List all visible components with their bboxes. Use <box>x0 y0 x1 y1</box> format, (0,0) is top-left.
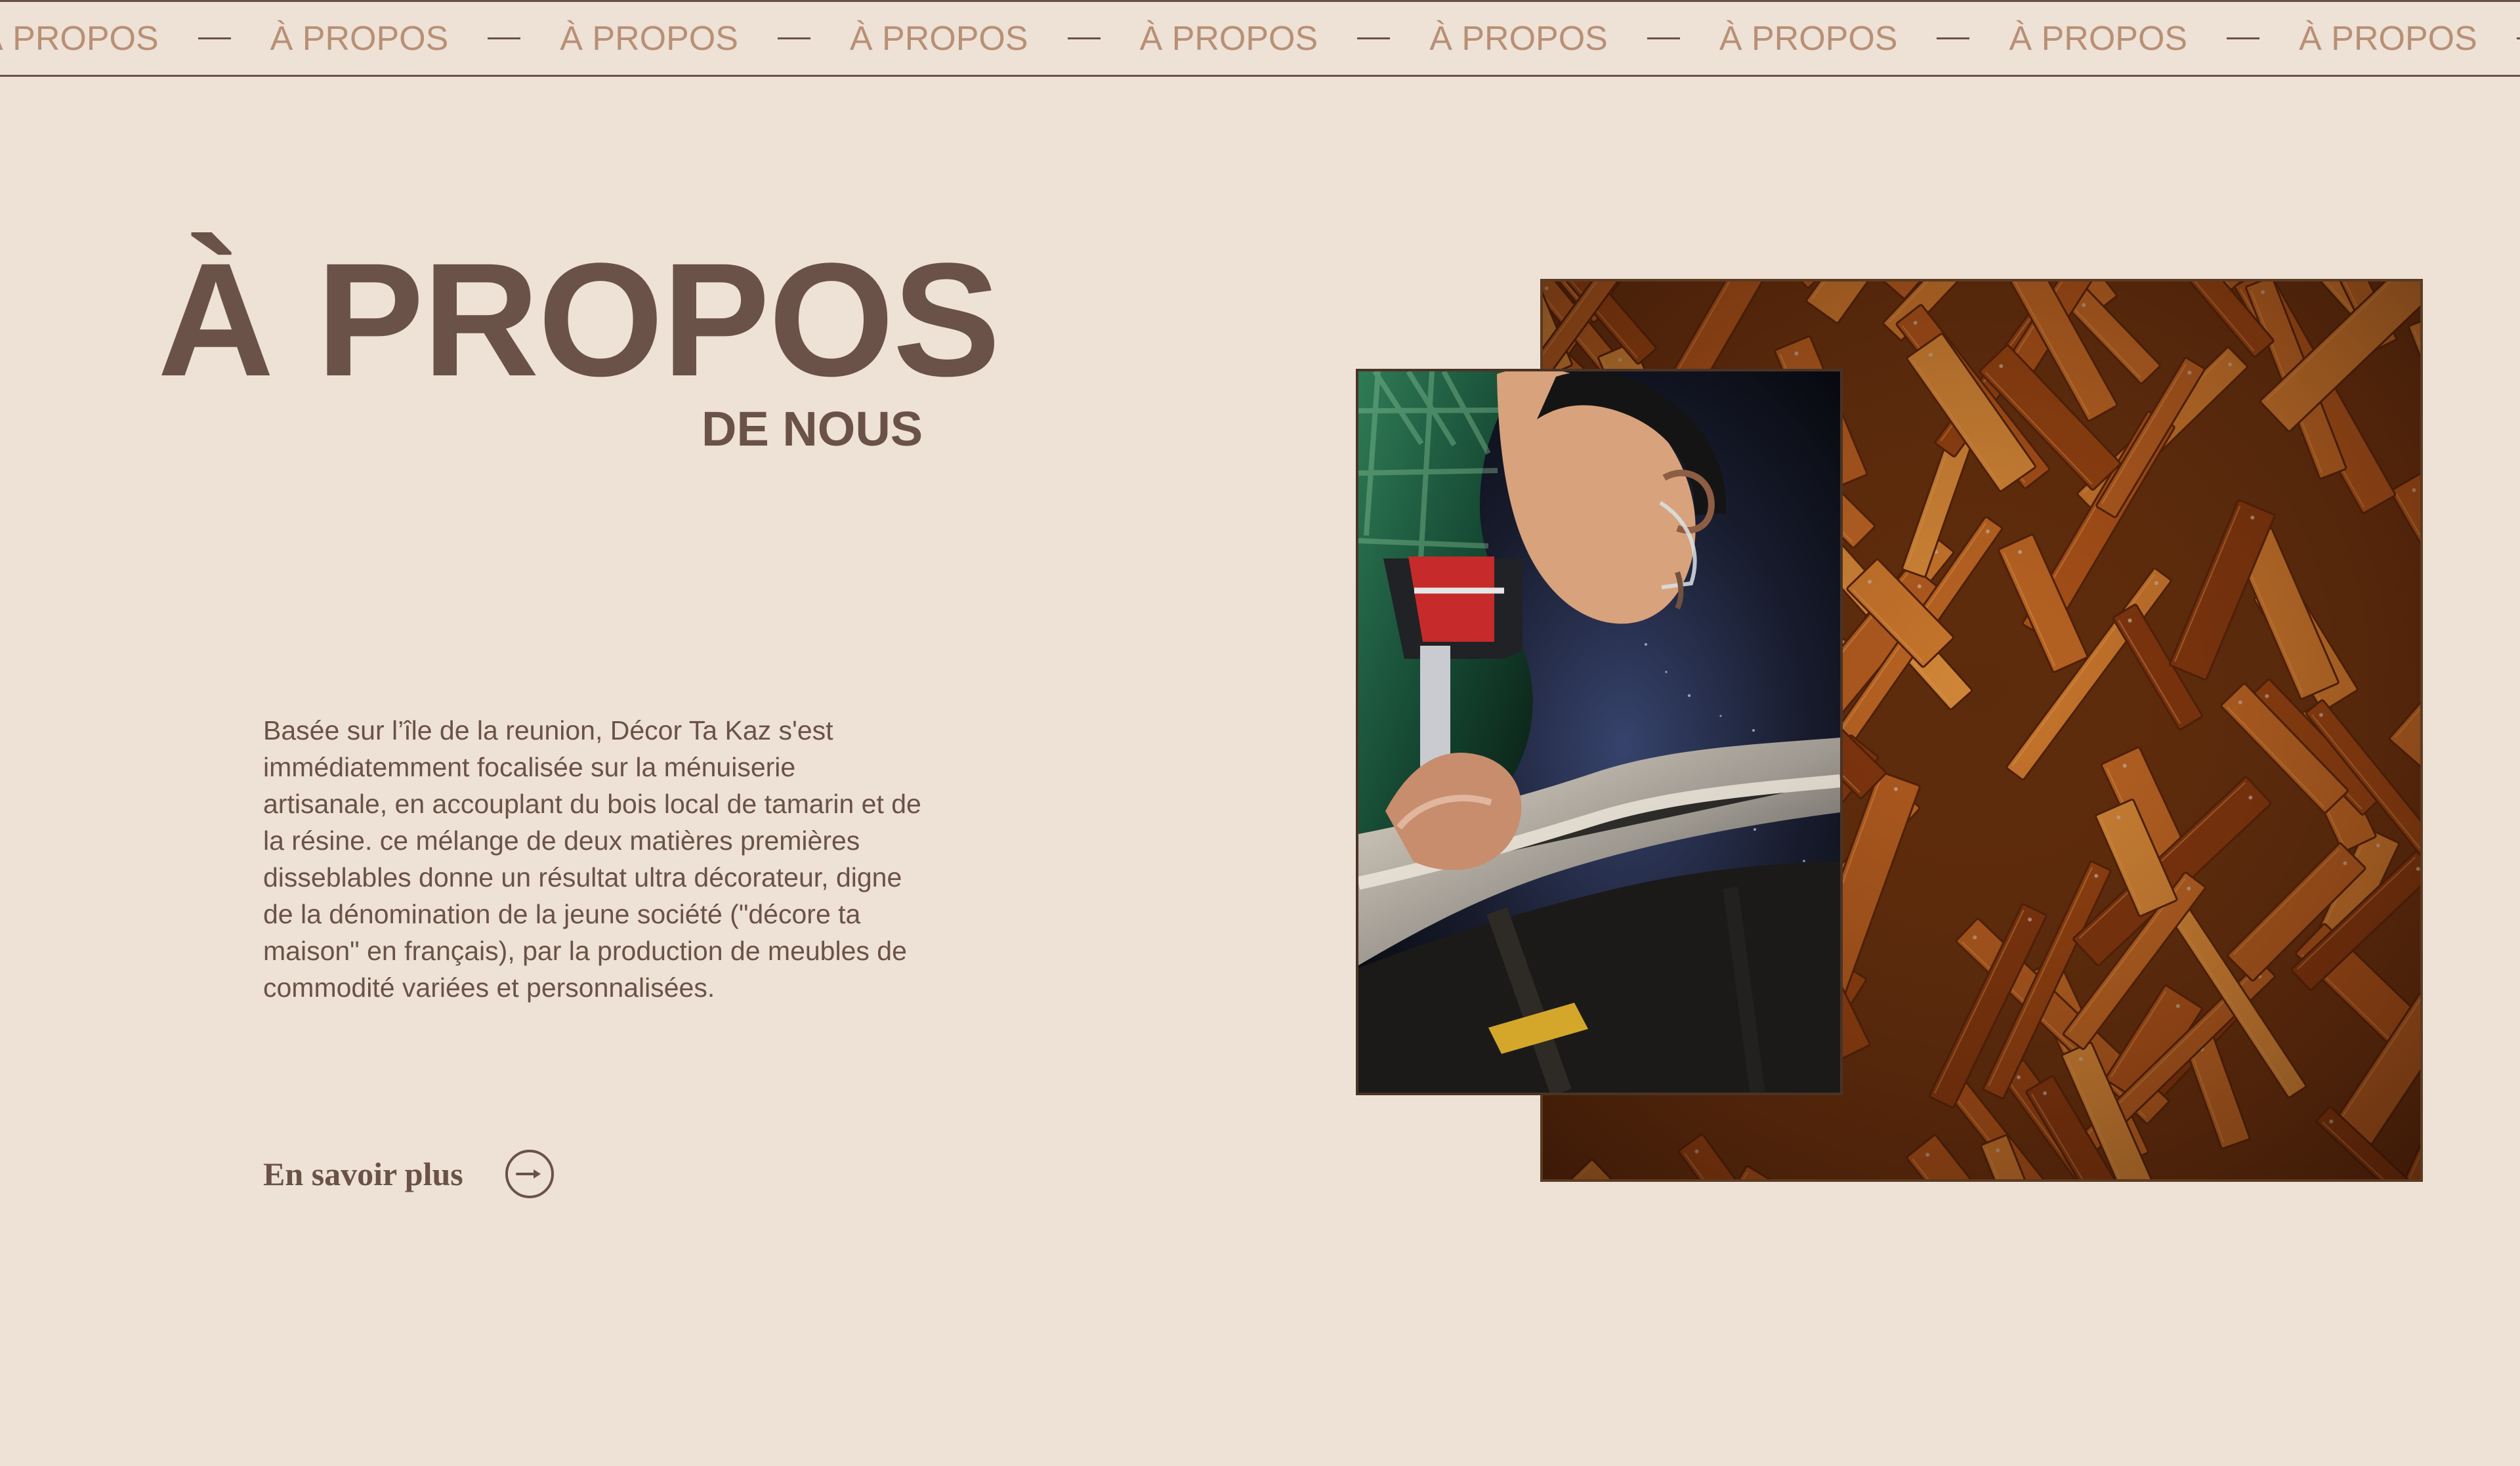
about-paragraph: Basée sur l’île de la reunion, Décor Ta … <box>263 715 921 1003</box>
marquee-item: À PROPOS <box>560 22 850 56</box>
learn-more-link[interactable]: En savoir plus <box>263 1150 554 1198</box>
marquee-item: À PROPOS <box>1719 22 2009 56</box>
marquee-track: À PROPOS À PROPOS À PROPOS À PROPOS À PROPOS… <box>0 2 2520 75</box>
learn-more-label: En savoir plus <box>263 1156 463 1192</box>
marquee-divider <box>2516 37 2520 39</box>
marquee-item: À PROPOS <box>1140 22 1430 56</box>
craftsman-photo <box>1356 369 1843 1095</box>
marquee-item: À PROPOS <box>0 22 270 56</box>
marquee-item: À PROPOS <box>2009 22 2299 56</box>
marquee-divider <box>1357 37 1391 39</box>
marquee-item: À PROPOS <box>850 22 1140 56</box>
marquee-text: À PROPOS <box>2299 19 2477 58</box>
marquee-divider <box>198 37 231 39</box>
marquee-divider <box>1647 37 1680 39</box>
marquee-divider <box>1067 37 1101 39</box>
marquee-text: À PROPOS <box>1139 19 1318 58</box>
marquee-item: À PROPOS <box>1429 22 1719 56</box>
about-subtitle: DE NOUS <box>702 402 923 456</box>
marquee-text: À PROPOS <box>270 19 449 58</box>
marquee-item: À PROPOS <box>270 22 560 56</box>
marquee-text: À PROPOS <box>1719 19 1898 58</box>
marquee-item: À PROPOS <box>2299 22 2520 56</box>
marquee-text: À PROPOS <box>849 19 1028 58</box>
marquee-divider <box>2227 37 2260 39</box>
about-marquee: À PROPOS À PROPOS À PROPOS À PROPOS À PROPOS… <box>0 0 2520 77</box>
marquee-divider <box>488 37 521 39</box>
arrow-right-icon[interactable] <box>505 1150 554 1198</box>
marquee-text: À PROPOS <box>0 19 159 58</box>
marquee-text: À PROPOS <box>1429 19 1608 58</box>
about-title: À PROPOS <box>158 230 1001 410</box>
marquee-text: À PROPOS <box>2009 19 2188 58</box>
marquee-text: À PROPOS <box>560 19 738 58</box>
marquee-divider <box>777 37 810 39</box>
marquee-divider <box>1937 37 1970 39</box>
